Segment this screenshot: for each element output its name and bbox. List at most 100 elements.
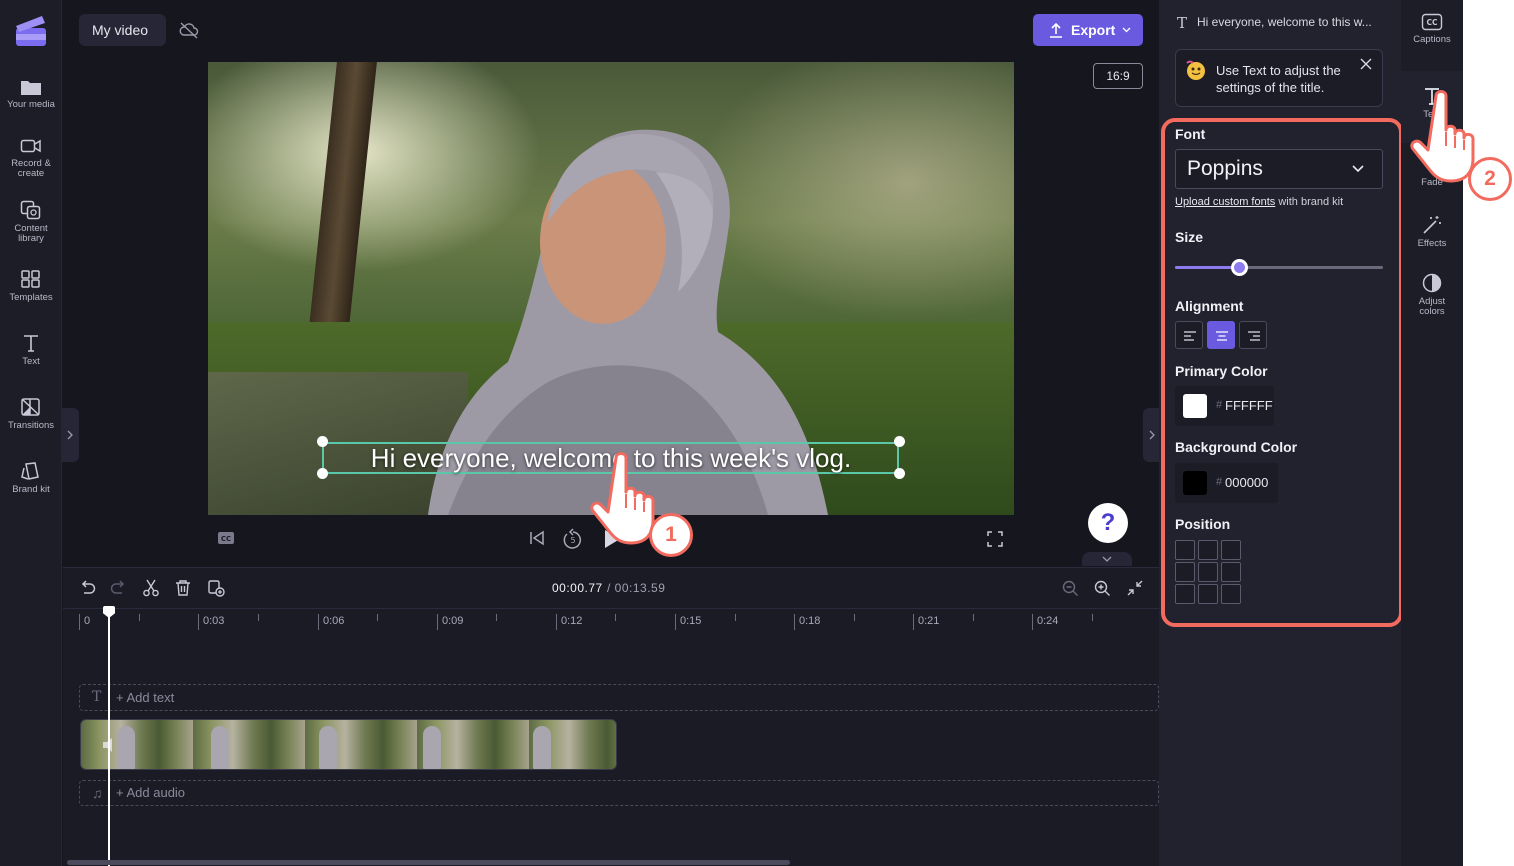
redo-icon[interactable] [110, 580, 127, 596]
collapse-right-panel-button[interactable] [1143, 408, 1160, 462]
timeline-tick-label: 0:18 [794, 614, 820, 630]
timeline-tick-label: 0:24 [1032, 614, 1058, 630]
timeline-scrollbar[interactable] [67, 860, 790, 865]
sidebar-item-adjust-colors[interactable]: Adjust colors [1401, 273, 1463, 317]
svg-text:5: 5 [570, 536, 575, 545]
collapse-preview-tab[interactable] [1082, 552, 1132, 566]
timeline-tick-label: 0:15 [675, 614, 701, 630]
captions-toggle-icon[interactable]: CC [217, 531, 235, 545]
timeline-tick-minor [1092, 614, 1093, 621]
volume-icon[interactable] [101, 737, 119, 753]
highlight-frame [1161, 118, 1403, 627]
zoom-out-icon[interactable] [1062, 580, 1079, 597]
aspect-ratio-button[interactable]: 16:9 [1093, 63, 1143, 89]
sidebar-item-label: Transitions [7, 420, 55, 431]
sidebar-item-label: Adjust colors [1418, 296, 1446, 317]
text-track-icon: T [92, 689, 102, 705]
video-clip[interactable] [80, 719, 617, 770]
resize-handle-top-right[interactable] [894, 436, 905, 447]
timeline-tick-label: 0:12 [556, 614, 582, 630]
add-text-label: + Add text [116, 690, 175, 705]
timeline-tick-label: 0 [79, 614, 90, 630]
brand-kit-icon [21, 462, 39, 480]
sidebar-item-your-media[interactable]: Your media [0, 78, 62, 110]
svg-text:CC: CC [1426, 18, 1438, 27]
duplicate-icon[interactable] [207, 579, 225, 597]
step-1-badge: 1 [649, 513, 693, 557]
sidebar-item-transitions[interactable]: Transitions [0, 397, 62, 431]
timeline-tick-minor [496, 614, 497, 621]
delete-icon[interactable] [175, 579, 191, 597]
left-sidebar [0, 0, 62, 866]
current-time: 00:00.77 [552, 581, 603, 595]
sidebar-item-text[interactable]: Text [0, 333, 62, 367]
sidebar-item-brand-kit[interactable]: Brand kit [0, 461, 62, 495]
fit-timeline-icon[interactable] [1126, 579, 1144, 597]
help-button[interactable]: ? [1088, 503, 1128, 543]
folder-icon [21, 81, 41, 95]
chevron-down-icon [1102, 556, 1112, 562]
text-icon [24, 335, 38, 352]
clipchamp-logo-icon [16, 16, 46, 46]
templates-icon [21, 270, 40, 288]
undo-icon[interactable] [79, 580, 96, 596]
total-duration: / 00:13.59 [607, 581, 666, 595]
timeline-tick-minor [377, 614, 378, 621]
expand-left-panel-button[interactable] [62, 408, 79, 462]
sidebar-item-label: Brand kit [12, 484, 50, 495]
chevron-down-icon [1122, 27, 1131, 33]
sidebar-item-record-create[interactable]: Record & create [0, 137, 62, 179]
close-icon[interactable] [1360, 58, 1372, 70]
timeline-tick-minor [615, 614, 616, 621]
project-title-input[interactable]: My video [79, 14, 166, 46]
music-note-icon: ♫ [92, 785, 103, 801]
resize-handle-bottom-right[interactable] [894, 468, 905, 479]
export-label: Export [1071, 22, 1116, 38]
sidebar-item-label: Captions [1413, 34, 1451, 45]
export-button[interactable]: Export [1033, 14, 1143, 46]
timeline-tick-label: 0:03 [198, 614, 224, 630]
timeline-tick-label: 0:09 [437, 614, 463, 630]
clip-thumbnail [533, 726, 551, 769]
text-icon: T [1177, 14, 1188, 32]
clip-thumbnail [319, 726, 337, 769]
split-scissors-icon[interactable] [142, 579, 160, 597]
sidebar-item-effects[interactable]: Effects [1401, 215, 1463, 249]
timeline-tick-label: 0:06 [318, 614, 344, 630]
sidebar-item-label: Record & create [11, 158, 51, 179]
captions-icon: CC [1421, 13, 1443, 31]
clip-thumbnail [423, 726, 441, 769]
rewind-5-icon[interactable]: 5 [562, 528, 584, 550]
camera-icon [20, 139, 41, 153]
step-2-badge: 2 [1468, 157, 1512, 201]
timeline-tick-minor [139, 614, 140, 621]
resize-handle-top-left[interactable] [317, 436, 328, 447]
sidebar-item-label: Effects [1417, 238, 1447, 249]
resize-handle-bottom-left[interactable] [317, 468, 328, 479]
timeline-tick-label: 0:21 [913, 614, 939, 630]
add-text-track[interactable]: T + Add text [79, 684, 1159, 711]
playhead-line[interactable] [108, 612, 110, 866]
timeline-tick-minor [973, 614, 974, 621]
sidebar-item-content-library[interactable]: Content library [0, 200, 62, 244]
transitions-icon [21, 398, 40, 416]
zoom-in-icon[interactable] [1094, 580, 1111, 597]
fullscreen-icon[interactable] [986, 530, 1004, 548]
library-icon [20, 200, 41, 220]
timeline-tick-minor [735, 614, 736, 621]
clip-thumbnail [211, 726, 229, 769]
skip-back-icon[interactable] [528, 529, 546, 547]
cloud-off-icon[interactable] [179, 21, 199, 39]
sidebar-item-captions[interactable]: CC Captions [1401, 13, 1463, 45]
panel-title: Hi everyone, welcome to this w... [1197, 15, 1372, 29]
emoji-icon [1186, 60, 1205, 80]
sidebar-item-label: Content library [14, 223, 48, 244]
adjust-colors-icon [1422, 273, 1442, 293]
tip-text: Use Text to adjust the settings of the t… [1216, 63, 1341, 95]
chevron-right-icon [1149, 430, 1155, 440]
clip-thumbnail [117, 726, 135, 769]
sidebar-item-templates[interactable]: Templates [0, 269, 62, 303]
timeline-tick-minor [854, 614, 855, 621]
add-audio-track[interactable]: ♫ + Add audio [79, 780, 1159, 806]
add-audio-label: + Add audio [116, 785, 186, 800]
